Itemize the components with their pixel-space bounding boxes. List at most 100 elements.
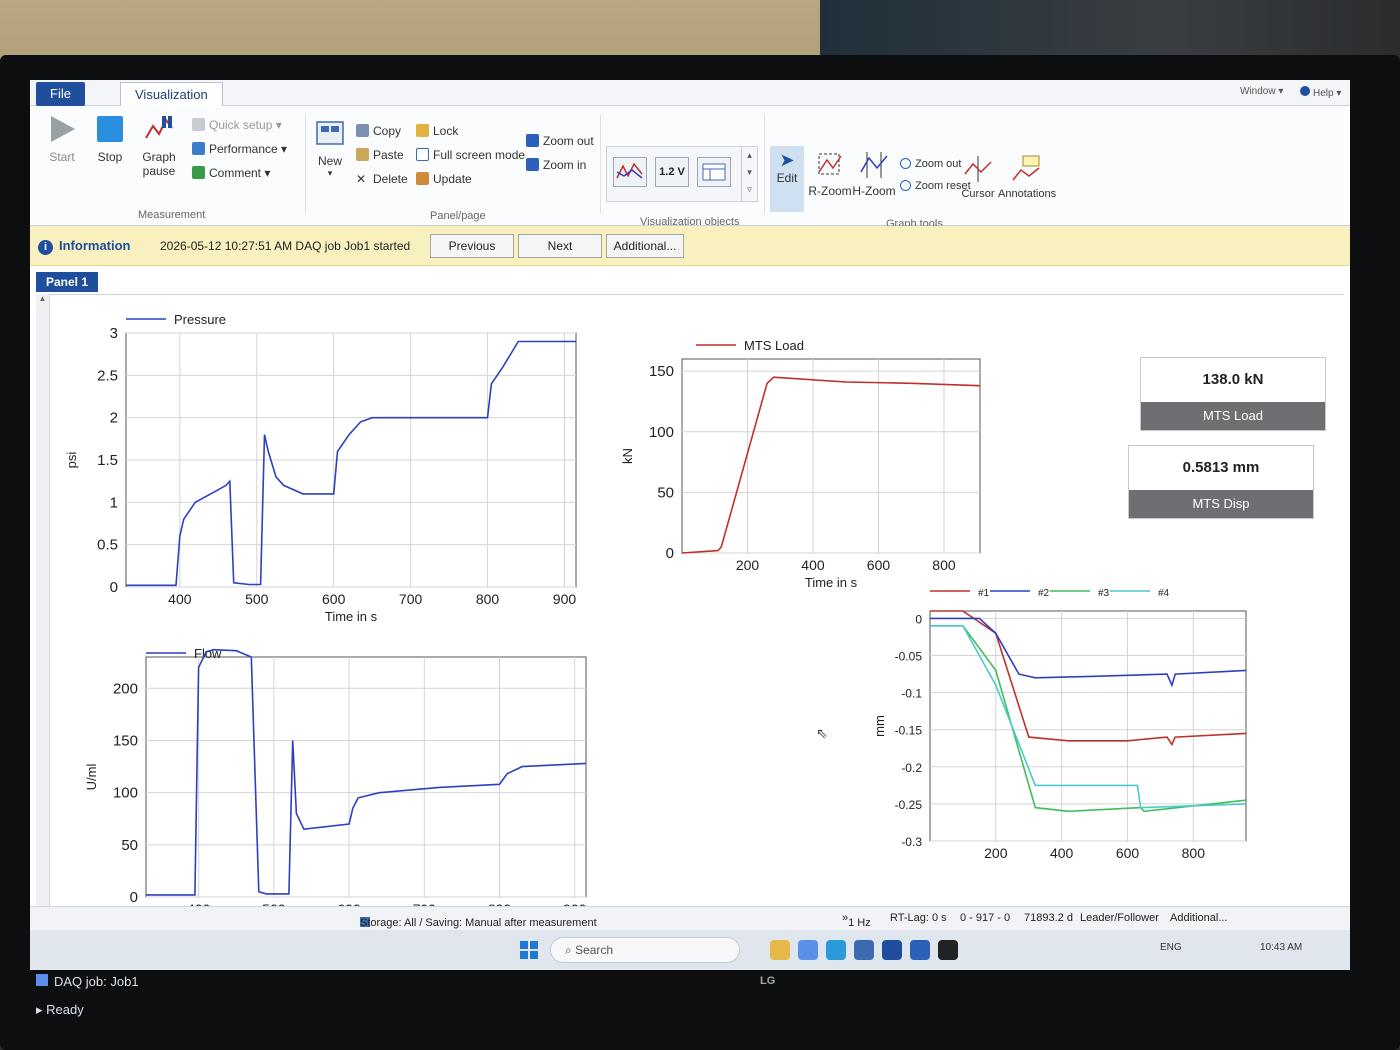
additional-status[interactable]: Additional...: [1170, 912, 1227, 924]
y-tick-label: 0: [130, 889, 138, 906]
next-button[interactable]: Next: [518, 234, 602, 258]
leader-follower-status[interactable]: Leader/Follower: [1080, 912, 1159, 924]
rate-text: 1 Hz: [848, 917, 871, 929]
graph-pause-button[interactable]: Graph pause: [136, 114, 182, 178]
legend-label: #3: [1098, 588, 1110, 599]
x-tick-label: 200: [984, 845, 1008, 861]
new-label: New: [317, 154, 342, 168]
cursor-button[interactable]: Cursor: [956, 154, 1000, 200]
performance-button[interactable]: Performance ▾: [192, 142, 287, 156]
help-label: Help: [1313, 88, 1334, 99]
measurement-group-label: Measurement: [138, 209, 206, 221]
paste-icon: [356, 148, 369, 161]
copilot-icon[interactable]: [798, 940, 818, 960]
tab-file[interactable]: File: [36, 82, 85, 106]
cursor-crosshair-icon: [963, 154, 993, 184]
legend-label: #1: [978, 588, 990, 599]
annotations-icon: [1011, 154, 1041, 184]
additional-button[interactable]: Additional...: [606, 234, 684, 258]
y-tick-label: 0: [915, 612, 922, 626]
h-zoom-button[interactable]: H-Zoom: [852, 150, 896, 198]
recorder-object[interactable]: [613, 157, 647, 187]
full-screen-label: Full screen mode: [433, 148, 526, 162]
app-footer: DAQ job: Job1 ▸ Ready: [36, 968, 536, 1028]
scroll-up-icon[interactable]: ▲: [36, 294, 49, 303]
graph-pause-label: Graph pause: [142, 150, 176, 178]
chart-1: 400 500 600 700 800 900 0 0.5 1 1.5 2 2.5 3 Time in s…: [64, 312, 577, 624]
r-zoom-label: R-Zoom: [808, 184, 852, 198]
delete-button[interactable]: ✕ Delete: [356, 172, 408, 186]
update-button[interactable]: Update: [416, 172, 472, 186]
annotations-label: Annotations: [998, 188, 1057, 200]
taskbar-search[interactable]: ⌕ Search: [550, 937, 740, 963]
full-screen-icon: [416, 148, 429, 161]
y-tick-label: -0.2: [901, 761, 922, 775]
chart-2: 400500600700800900050100150200U/mlFlow: [84, 646, 587, 907]
y-tick-label: -0.25: [895, 798, 923, 812]
zoom-out-icon: [526, 134, 539, 147]
paste-button[interactable]: Paste: [356, 148, 404, 162]
new-panel-icon: [315, 118, 345, 148]
help-icon: [1300, 86, 1310, 96]
panel-vertical-scrollbar[interactable]: ▲: [36, 294, 50, 906]
file-explorer-icon[interactable]: [770, 940, 790, 960]
performance-icon: [192, 142, 205, 155]
mts-disp-name: MTS Disp: [1129, 490, 1313, 518]
x-tick-label: 800: [476, 591, 500, 607]
panel-zoom-in-button[interactable]: Zoom in: [526, 158, 586, 172]
y-tick-label: -0.15: [895, 724, 923, 738]
magnifier-minus-icon: [900, 158, 911, 169]
edge-icon[interactable]: [826, 940, 846, 960]
panel-zoom-out-button[interactable]: Zoom out: [526, 134, 594, 148]
start-button[interactable]: Start: [42, 114, 82, 164]
plot-area: [145, 656, 587, 898]
help-menu[interactable]: Help ▾: [1300, 86, 1341, 99]
graph-zoom-out-button[interactable]: Zoom out: [900, 158, 961, 170]
chart-3: 200 400 600 800 0 50 100 150 Time in s kN MTS Load: [620, 338, 981, 590]
mts-disp-readout[interactable]: 0.5813 mm MTS Disp: [1128, 445, 1314, 519]
x-tick-label: 400: [801, 557, 825, 573]
full-screen-button[interactable]: Full screen mode: [416, 148, 525, 162]
windows-start-icon[interactable]: [520, 941, 538, 959]
y-tick-label: 0: [110, 579, 118, 596]
x-tick-label: 800: [1182, 845, 1206, 861]
store-icon[interactable]: [854, 940, 874, 960]
copy-button[interactable]: Copy: [356, 124, 401, 138]
previous-button[interactable]: Previous: [430, 234, 514, 258]
x-tick-label: 600: [1116, 845, 1140, 861]
start-label: Start: [49, 150, 75, 164]
stop-button[interactable]: Stop: [90, 114, 130, 164]
legend-label: MTS Load: [744, 338, 804, 353]
vis-objects-gallery: 1.2 V ▴ ▾ ▿: [606, 146, 758, 202]
annotations-button[interactable]: Annotations: [998, 154, 1057, 200]
clock[interactable]: 10:43 AM: [1260, 942, 1302, 953]
info-icon: i: [38, 240, 53, 255]
tab-visualization[interactable]: Visualization: [120, 82, 223, 106]
r-zoom-button[interactable]: R-Zoom: [808, 150, 852, 198]
mts-disp-value: 0.5813 mm: [1182, 459, 1260, 476]
y-tick-label: 150: [649, 363, 674, 380]
y-tick-label: 100: [113, 785, 138, 802]
x-tick-label: 800: [932, 557, 956, 573]
edit-tool-button[interactable]: ➤ Edit: [770, 146, 804, 212]
comment-button[interactable]: Comment ▾: [192, 166, 270, 180]
panel-tab[interactable]: Panel 1: [36, 272, 99, 292]
mts-load-readout[interactable]: 138.0 kN MTS Load: [1140, 357, 1326, 431]
mts-load-name: MTS Load: [1141, 402, 1325, 430]
daq-app-icon[interactable]: [882, 940, 902, 960]
language-indicator[interactable]: ENG: [1160, 942, 1182, 953]
window-menu[interactable]: Window ▾: [1240, 86, 1283, 97]
quick-setup-button[interactable]: Quick setup ▾: [192, 118, 282, 132]
terminal-icon[interactable]: [938, 940, 958, 960]
legend-label: #4: [1158, 588, 1170, 599]
outlook-icon[interactable]: [910, 940, 930, 960]
paste-label: Paste: [373, 148, 404, 162]
table-object[interactable]: [697, 157, 731, 187]
digital-meter-object[interactable]: 1.2 V: [655, 157, 689, 187]
gallery-scroll[interactable]: ▴ ▾ ▿: [741, 147, 757, 201]
magnifier-reset-icon: [900, 180, 911, 191]
new-button[interactable]: New ▾: [312, 118, 348, 179]
y-tick-label: 1: [110, 494, 118, 511]
y-tick-label: -0.1: [901, 687, 922, 701]
lock-button[interactable]: Lock: [416, 124, 458, 138]
